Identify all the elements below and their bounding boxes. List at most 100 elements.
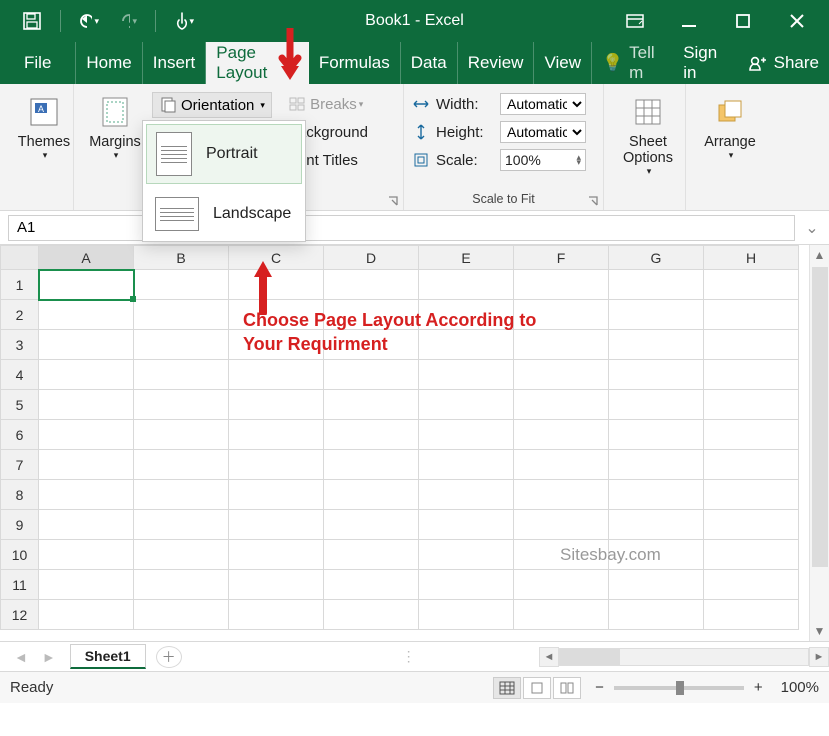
cell[interactable] (39, 390, 134, 420)
cell[interactable] (39, 450, 134, 480)
col-header[interactable]: D (324, 246, 419, 270)
ribbon-options-icon[interactable] (625, 11, 645, 31)
cell[interactable] (704, 480, 799, 510)
minimize-icon[interactable] (679, 11, 699, 31)
cell[interactable] (324, 270, 419, 300)
cell[interactable] (134, 390, 229, 420)
tab-insert[interactable]: Insert (143, 42, 207, 84)
cell[interactable] (39, 420, 134, 450)
cell[interactable] (324, 450, 419, 480)
row-header[interactable]: 2 (1, 300, 39, 330)
sheet-options-button[interactable]: Sheet Options▾ (612, 90, 684, 186)
cell[interactable] (229, 570, 324, 600)
cell[interactable] (704, 390, 799, 420)
cell[interactable] (324, 570, 419, 600)
cell[interactable] (704, 360, 799, 390)
cell[interactable] (514, 360, 609, 390)
cell[interactable] (324, 540, 419, 570)
cell[interactable] (324, 510, 419, 540)
cell[interactable] (419, 390, 514, 420)
cell[interactable] (609, 390, 704, 420)
tab-home[interactable]: Home (76, 42, 142, 84)
page-setup-dialog-launcher[interactable] (387, 194, 399, 206)
scale-spinner[interactable]: 100%▴▾ (500, 149, 586, 171)
scroll-down-icon[interactable]: ▼ (814, 621, 826, 641)
cell[interactable] (609, 330, 704, 360)
cell[interactable] (609, 300, 704, 330)
cell[interactable] (609, 570, 704, 600)
cell[interactable] (419, 420, 514, 450)
cell[interactable] (514, 510, 609, 540)
cell[interactable] (39, 330, 134, 360)
cell[interactable] (229, 480, 324, 510)
row-header[interactable]: 8 (1, 480, 39, 510)
cell[interactable] (514, 450, 609, 480)
zoom-in-button[interactable]: + (754, 679, 763, 696)
view-page-layout-icon[interactable] (523, 677, 551, 699)
cell[interactable] (419, 270, 514, 300)
cell[interactable] (134, 420, 229, 450)
orientation-landscape[interactable]: Landscape (143, 187, 305, 241)
close-icon[interactable] (787, 11, 807, 31)
row-header[interactable]: 6 (1, 420, 39, 450)
cell[interactable] (514, 390, 609, 420)
save-icon[interactable] (22, 11, 42, 31)
formula-input[interactable] (290, 215, 795, 241)
tab-formulas[interactable]: Formulas (309, 42, 401, 84)
select-all-button[interactable] (1, 246, 39, 270)
tab-tell-me[interactable]: 💡Tell m (592, 42, 673, 84)
cell[interactable] (704, 600, 799, 630)
tab-file[interactable]: File (0, 42, 76, 84)
breaks-button[interactable]: Breaks▾ (282, 92, 374, 116)
cell[interactable] (419, 600, 514, 630)
row-header[interactable]: 12 (1, 600, 39, 630)
cell[interactable] (134, 360, 229, 390)
col-header[interactable]: F (514, 246, 609, 270)
cell[interactable] (324, 360, 419, 390)
tab-review[interactable]: Review (458, 42, 535, 84)
cell[interactable] (704, 300, 799, 330)
row-header[interactable]: 9 (1, 510, 39, 540)
cell[interactable] (229, 600, 324, 630)
cell[interactable] (134, 330, 229, 360)
margins-button[interactable]: Margins ▾ (82, 90, 148, 186)
cell[interactable] (704, 540, 799, 570)
scrollbar-thumb[interactable] (812, 267, 828, 567)
zoom-slider-thumb[interactable] (676, 681, 684, 695)
cell[interactable] (609, 600, 704, 630)
share-button[interactable]: Share (738, 42, 829, 84)
row-header[interactable]: 3 (1, 330, 39, 360)
cell[interactable] (514, 270, 609, 300)
cell[interactable] (419, 480, 514, 510)
cell[interactable] (134, 300, 229, 330)
width-select[interactable]: Automatic (500, 93, 586, 115)
add-sheet-button[interactable]: ＋ (156, 646, 182, 668)
scrollbar-thumb[interactable] (560, 649, 620, 665)
maximize-icon[interactable] (733, 11, 753, 31)
cell[interactable] (134, 480, 229, 510)
touch-mode-icon[interactable]: ▾ (174, 11, 194, 31)
cell[interactable] (39, 510, 134, 540)
cell[interactable] (419, 510, 514, 540)
view-page-break-icon[interactable] (553, 677, 581, 699)
cell[interactable] (514, 480, 609, 510)
zoom-level[interactable]: 100% (781, 679, 819, 696)
row-header[interactable]: 5 (1, 390, 39, 420)
scroll-up-icon[interactable]: ▲ (814, 245, 826, 265)
cell[interactable] (39, 570, 134, 600)
row-header[interactable]: 7 (1, 450, 39, 480)
arrange-button[interactable]: Arrange▾ (694, 90, 766, 186)
vertical-scrollbar[interactable]: ▲ ▼ (809, 245, 829, 641)
tab-data[interactable]: Data (401, 42, 458, 84)
col-header[interactable]: B (134, 246, 229, 270)
orientation-portrait[interactable]: Portrait (146, 124, 302, 184)
cell[interactable] (134, 510, 229, 540)
cell[interactable] (704, 330, 799, 360)
col-header[interactable]: H (704, 246, 799, 270)
themes-button[interactable]: A Themes ▾ (8, 90, 80, 186)
cell[interactable] (324, 420, 419, 450)
cell[interactable] (324, 480, 419, 510)
expand-formula-bar-icon[interactable]: ⌄ (803, 218, 821, 238)
row-header[interactable]: 10 (1, 540, 39, 570)
sign-in-link[interactable]: Sign in (673, 42, 737, 84)
